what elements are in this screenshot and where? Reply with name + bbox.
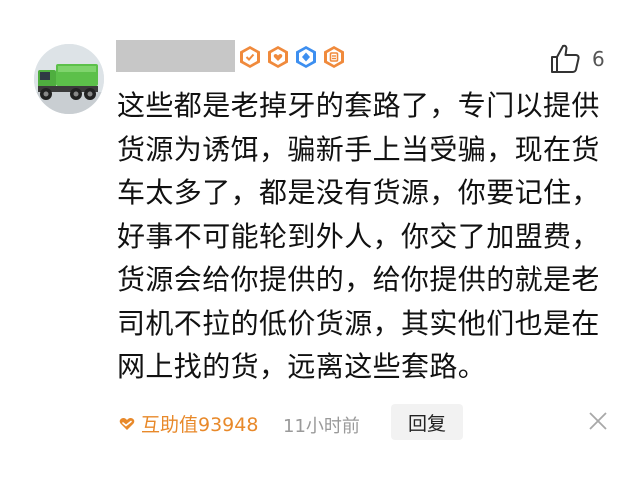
heart-badge-icon — [268, 46, 288, 68]
user-badges — [238, 45, 346, 69]
comment-text: 这些都是老掉牙的套路了，专门以提供 货源为诱饵，骗新手上当受骗，现在货 车太多了… — [117, 84, 617, 389]
like-button[interactable]: 6 — [548, 42, 605, 76]
close-icon[interactable] — [587, 410, 609, 432]
doc-badge-icon — [324, 46, 344, 68]
comment-text-line: 货源为诱饵，骗新手上当受骗，现在货 — [117, 132, 600, 166]
reply-button[interactable]: 回复 — [391, 404, 463, 440]
comment-text-line: 好事不可能轮到外人，你交了加盟费， — [117, 219, 600, 253]
heart-hand-icon — [119, 417, 135, 430]
comment-time: 11小时前 — [283, 416, 360, 437]
comment-text-line: 车太多了，都是没有货源，你要记住， — [117, 176, 600, 209]
helpful-value[interactable]: 互助值93948 — [117, 410, 258, 437]
check-badge-icon — [240, 46, 260, 68]
username-redacted[interactable] — [116, 40, 235, 72]
comment-text-line: 这些都是老掉牙的套路了，专门以提供 — [117, 89, 600, 122]
comment-text-line: 网上找的货，远离这些套路。 — [117, 350, 487, 383]
comment-text-line: 司机不拉的低价货源，其实他们也是在 — [117, 306, 600, 340]
diamond-badge-icon — [296, 46, 316, 68]
avatar[interactable] — [34, 44, 104, 114]
comment-footer: 互助值93948 11小时前 回复 — [117, 404, 617, 440]
comment-text-line: 货源会给你提供的，给你提供的就是老 — [117, 263, 600, 296]
helpful-value-text: 互助值93948 — [141, 414, 259, 436]
thumbs-up-icon — [551, 44, 580, 73]
like-count: 6 — [592, 47, 605, 71]
truck-avatar-image — [34, 44, 104, 114]
